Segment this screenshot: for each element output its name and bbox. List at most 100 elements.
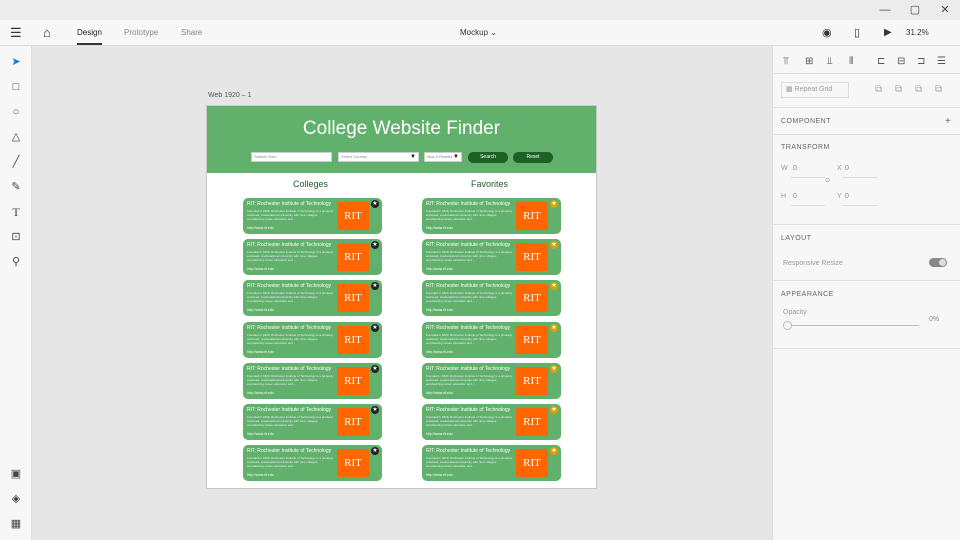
favorite-star-icon[interactable]: ★ [371,282,379,291]
favorite-star-icon[interactable]: ★ [371,447,379,456]
college-card[interactable]: RIT: Rochester Institute of Technology Fo… [243,239,382,276]
x-field[interactable]: 0 [845,165,849,172]
favorite-star-icon[interactable]: ★ [550,323,558,332]
favorite-card[interactable]: RIT: Rochester Institute of Technology Fo… [422,239,561,276]
favorite-card[interactable]: RIT: Rochester Institute of Technology Fo… [422,321,561,358]
favorite-star-icon[interactable]: ★ [550,282,558,291]
play-icon[interactable]: ▶ [884,26,892,40]
favorite-card[interactable]: RIT: Rochester Institute of Technology Fo… [422,280,561,317]
favorite-card[interactable]: RIT: Rochester Institute of Technology Fo… [422,445,561,482]
layers-icon[interactable]: ◈ [8,491,24,507]
minimize-button[interactable]: — [870,2,900,18]
card-link[interactable]: http://www.rit.edu [247,226,274,230]
card-link[interactable]: http://www.rit.edu [247,432,274,436]
zoom-tool-icon[interactable]: ⚲ [8,254,24,270]
favorite-card[interactable]: RIT: Rochester Institute of Technology Fo… [422,404,561,440]
favorite-card[interactable]: RIT: Rochester Institute of Technology Fo… [422,362,561,399]
canvas[interactable]: Web 1920 – 1 College Website Finder Sear… [32,46,772,540]
card-link[interactable]: http://www.rit.edu [426,432,453,436]
repeat-grid-button[interactable]: ▦ Repeat Grid [781,82,849,98]
card-link[interactable]: http://www.rit.edu [247,473,274,477]
height-field[interactable]: 0 [793,193,797,200]
rectangle-tool-icon[interactable]: □ [8,79,24,95]
search-button[interactable]: Search [468,152,508,163]
college-card[interactable]: RIT: Rochester Institute of Technology Fo… [243,321,382,358]
boolean-intersect-icon[interactable]: ⧉ [915,84,922,95]
search-input[interactable]: Search Term [251,152,332,162]
reset-button[interactable]: Reset [513,152,553,163]
pen-tool-icon[interactable]: ✎ [8,179,24,195]
align-middle-icon[interactable]: ⊞ [805,56,813,67]
ellipse-tool-icon[interactable]: ○ [8,104,24,120]
college-card[interactable]: RIT: Rochester Institute of Technology Fo… [243,362,382,399]
maximize-button[interactable]: ▢ [900,2,930,18]
boolean-add-icon[interactable]: ⧉ [875,84,882,95]
favorite-star-icon[interactable]: ★ [371,241,379,250]
card-link[interactable]: http://www.rit.edu [426,391,453,395]
opacity-slider[interactable] [789,325,919,326]
card-link[interactable]: http://www.rit.edu [247,350,274,354]
card-title: RIT: Rochester Institute of Technology [247,242,332,249]
tab-design[interactable]: Design [77,28,102,45]
hamburger-menu-icon[interactable]: ☰ [10,26,22,40]
country-select[interactable]: Select Country ▼ [338,152,419,162]
card-link[interactable]: http://www.rit.edu [247,308,274,312]
college-card[interactable]: RIT: Rochester Institute of Technology Fo… [243,445,382,482]
favorite-star-icon[interactable]: ★ [550,200,558,208]
align-center-icon[interactable]: ⊟ [897,56,905,67]
polygon-tool-icon[interactable]: △ [8,129,24,145]
opacity-slider-handle[interactable] [783,321,792,330]
align-right-icon[interactable]: ⊐ [917,56,925,67]
tab-prototype[interactable]: Prototype [124,28,158,37]
artboard[interactable]: College Website Finder Search Term Selec… [206,105,597,489]
align-left-icon[interactable]: ⊏ [877,56,885,67]
document-title[interactable]: Mockup ⌄ [460,28,497,37]
college-card[interactable]: RIT: Rochester Institute of Technology Fo… [243,280,382,317]
card-link[interactable]: http://www.rit.edu [247,391,274,395]
favorite-star-icon[interactable]: ★ [550,241,558,250]
mobile-preview-icon[interactable]: ▯ [854,26,860,40]
artboard-tool-icon[interactable]: ⊡ [8,229,24,245]
artboard-label[interactable]: Web 1920 – 1 [208,92,251,99]
opacity-value[interactable]: 0% [929,316,939,323]
assets-icon[interactable]: ▣ [8,466,24,482]
card-link[interactable]: http://www.rit.edu [426,350,453,354]
line-tool-icon[interactable]: ╱ [8,154,24,170]
tab-share[interactable]: Share [181,28,202,37]
card-link[interactable]: http://www.rit.edu [426,267,453,271]
align-bottom-icon[interactable]: ⫫ [827,56,833,67]
favorite-star-icon[interactable]: ★ [371,406,379,414]
favorite-star-icon[interactable]: ★ [550,447,558,456]
card-link[interactable]: http://www.rit.edu [247,267,274,271]
align-top-icon[interactable]: ⫪ [783,56,789,67]
add-component-icon[interactable]: + [945,116,951,127]
favorite-star-icon[interactable]: ★ [371,323,379,332]
text-tool-icon[interactable]: T [8,204,24,220]
home-icon[interactable]: ⌂ [43,26,51,40]
boolean-exclude-icon[interactable]: ⧉ [935,84,942,95]
select-tool-icon[interactable]: ➤ [8,54,24,70]
card-link[interactable]: http://www.rit.edu [426,226,453,230]
college-card[interactable]: RIT: Rochester Institute of Technology Fo… [243,198,382,234]
y-field[interactable]: 0 [845,193,849,200]
plugins-icon[interactable]: ▦ [8,516,24,532]
college-card[interactable]: RIT: Rochester Institute of Technology Fo… [243,404,382,440]
zoom-level[interactable]: 31.2% [906,28,929,37]
distribute-vertical-icon[interactable]: ⦀ [849,56,853,67]
card-link[interactable]: http://www.rit.edu [426,473,453,477]
user-icon[interactable]: ◉ [822,26,832,40]
favorite-star-icon[interactable]: ★ [371,200,379,208]
responsive-resize-toggle[interactable] [929,258,947,267]
boolean-subtract-icon[interactable]: ⧉ [895,84,902,95]
colleges-heading: Colleges [293,179,329,189]
favorite-card[interactable]: RIT: Rochester Institute of Technology Fo… [422,198,561,234]
width-field[interactable]: 0 [793,165,797,172]
card-link[interactable]: http://www.rit.edu [426,308,453,312]
max-results-select[interactable]: Max # Results ▼ [424,152,462,162]
favorite-star-icon[interactable]: ★ [550,364,558,373]
favorite-star-icon[interactable]: ★ [371,364,379,373]
lock-aspect-icon[interactable]: ⊝ [825,177,830,184]
close-button[interactable]: ✕ [930,2,960,18]
distribute-horizontal-icon[interactable]: ☰ [937,56,946,67]
favorite-star-icon[interactable]: ★ [550,406,558,414]
